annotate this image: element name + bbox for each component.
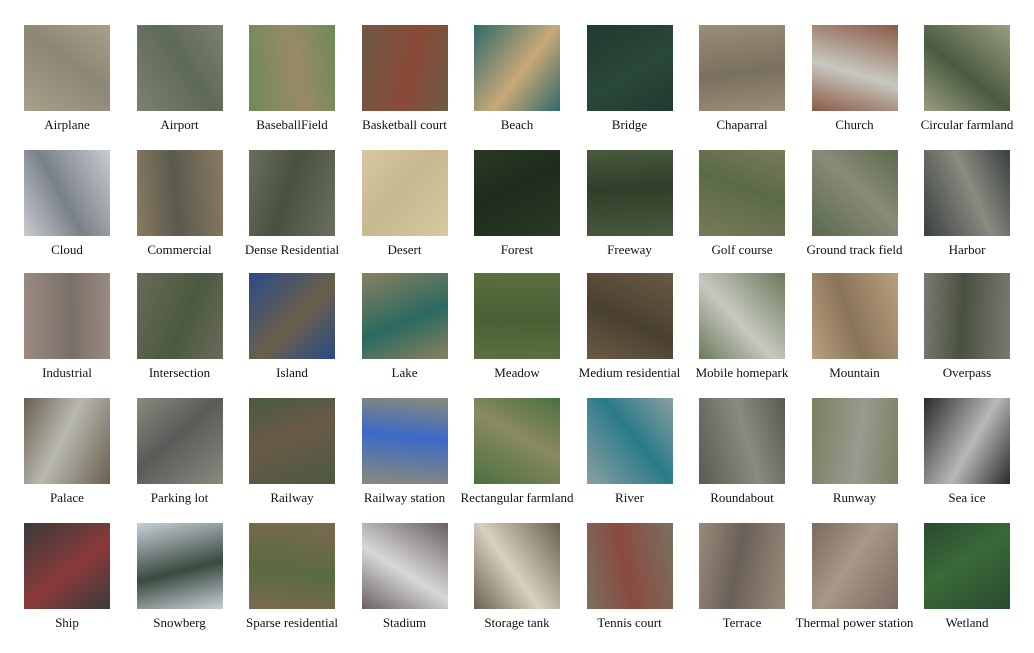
category-label: Overpass: [942, 365, 992, 380]
category-label: Circular farmland: [920, 117, 1014, 132]
aerial-image-harbor: [924, 150, 1010, 236]
aerial-image-beach: [474, 25, 560, 111]
aerial-image-river: [586, 398, 673, 484]
aerial-image-mobile-homepark: [699, 273, 785, 359]
category-cell-sea-ice: Sea ice: [911, 398, 1023, 523]
category-label: Wetland: [945, 615, 989, 630]
aerial-image-medium-residential: [586, 273, 673, 359]
aerial-image-parking-lot: [136, 398, 223, 484]
aerial-image-snowberg: [136, 523, 223, 609]
category-cell-mountain: Mountain: [799, 273, 911, 398]
aerial-image-storage-tank: [474, 523, 560, 609]
category-cell-stadium: Stadium: [349, 523, 461, 648]
aerial-image-intersection: [136, 273, 223, 359]
category-cell-airplane: Airplane: [11, 25, 123, 150]
category-cell-ship: Ship: [11, 523, 123, 648]
aerial-image-mountain: [811, 273, 898, 359]
aerial-image-stadium: [361, 523, 448, 609]
category-cell-airport: Airport: [124, 25, 236, 150]
aerial-image-golf-course: [699, 150, 785, 236]
category-cell-dense-residential: Dense Residential: [236, 150, 348, 275]
category-cell-beach: Beach: [461, 25, 573, 150]
category-label: Harbor: [948, 242, 986, 257]
category-cell-basketball-court: Basketball court: [349, 25, 461, 150]
aerial-image-cloud: [24, 150, 110, 236]
aerial-image-rectangular-farmland: [474, 398, 560, 484]
aerial-image-terrace: [699, 523, 785, 609]
aerial-image-wetland: [924, 523, 1010, 609]
aerial-image-island: [249, 273, 335, 359]
category-cell-thermal-power-station: Thermal power station: [796, 523, 913, 648]
category-cell-desert: Desert: [349, 150, 461, 275]
category-label: Sea ice: [948, 490, 986, 505]
category-cell-lake: Lake: [349, 273, 461, 398]
aerial-image-tennis-court: [586, 523, 673, 609]
aerial-image-forest: [474, 150, 560, 236]
aerial-image-basketball-court: [361, 25, 448, 111]
category-cell-rectangular-farmland: Rectangular farmland: [461, 398, 573, 523]
category-cell-intersection: Intersection: [124, 273, 236, 398]
category-cell-chaparral: Chaparral: [686, 25, 798, 150]
aerial-image-bridge: [586, 25, 673, 111]
aerial-image-overpass: [924, 273, 1010, 359]
category-cell-freeway: Freeway: [574, 150, 686, 275]
category-cell-mobile-homepark: Mobile homepark: [686, 273, 798, 398]
aerial-image-runway: [811, 398, 898, 484]
category-cell-parking-lot: Parking lot: [124, 398, 236, 523]
aerial-image-meadow: [474, 273, 560, 359]
aerial-image-roundabout: [699, 398, 785, 484]
category-cell-forest: Forest: [461, 150, 573, 275]
category-cell-bridge: Bridge: [574, 25, 686, 150]
aerial-image-dense-residential: [249, 150, 335, 236]
aerial-image-church: [811, 25, 898, 111]
category-cell-cloud: Cloud: [11, 150, 123, 275]
aerial-image-commercial: [136, 150, 223, 236]
aerial-image-circular-farmland: [924, 25, 1010, 111]
aerial-image-railway-station: [361, 398, 448, 484]
aerial-image-railway: [249, 398, 335, 484]
category-cell-harbor: Harbor: [911, 150, 1023, 275]
aerial-image-freeway: [586, 150, 673, 236]
category-cell-roundabout: Roundabout: [686, 398, 798, 523]
category-cell-commercial: Commercial: [124, 150, 236, 275]
category-cell-meadow: Meadow: [461, 273, 573, 398]
aerial-image-desert: [361, 150, 448, 236]
category-cell-runway: Runway: [799, 398, 911, 523]
aerial-image-airplane: [24, 25, 110, 111]
aerial-image-baseballfield: [249, 25, 335, 111]
aerial-image-thermal-power-station: [811, 523, 898, 609]
aerial-image-industrial: [24, 273, 110, 359]
category-cell-terrace: Terrace: [686, 523, 798, 648]
aerial-image-sparse-residential: [249, 523, 335, 609]
aerial-image-palace: [24, 398, 110, 484]
aerial-image-ship: [24, 523, 110, 609]
category-cell-palace: Palace: [11, 398, 123, 523]
category-cell-ground-track-field: Ground track field: [799, 150, 911, 275]
category-cell-baseballfield: BaseballField: [236, 25, 348, 150]
aerial-image-sea-ice: [924, 398, 1010, 484]
category-cell-wetland: Wetland: [911, 523, 1023, 648]
aerial-image-lake: [361, 273, 448, 359]
aerial-image-chaparral: [699, 25, 785, 111]
category-cell-overpass: Overpass: [911, 273, 1023, 398]
category-cell-church: Church: [799, 25, 911, 150]
category-cell-tennis-court: Tennis court: [574, 523, 686, 648]
category-cell-storage-tank: Storage tank: [461, 523, 573, 648]
category-cell-sparse-residential: Sparse residential: [236, 523, 348, 648]
aerial-image-airport: [136, 25, 223, 111]
category-cell-medium-residential: Medium residential: [574, 273, 686, 398]
category-cell-river: River: [574, 398, 686, 523]
category-cell-railway-station: Railway station: [349, 398, 461, 523]
scene-category-grid: Airplane Airport BaseballField Basketball c…: [0, 0, 1034, 653]
category-cell-circular-farmland: Circular farmland: [911, 25, 1023, 150]
category-cell-railway: Railway: [236, 398, 348, 523]
category-cell-golf-course: Golf course: [686, 150, 798, 275]
aerial-image-ground-track-field: [811, 150, 898, 236]
category-cell-industrial: Industrial: [11, 273, 123, 398]
category-cell-snowberg: Snowberg: [124, 523, 236, 648]
category-cell-island: Island: [236, 273, 348, 398]
